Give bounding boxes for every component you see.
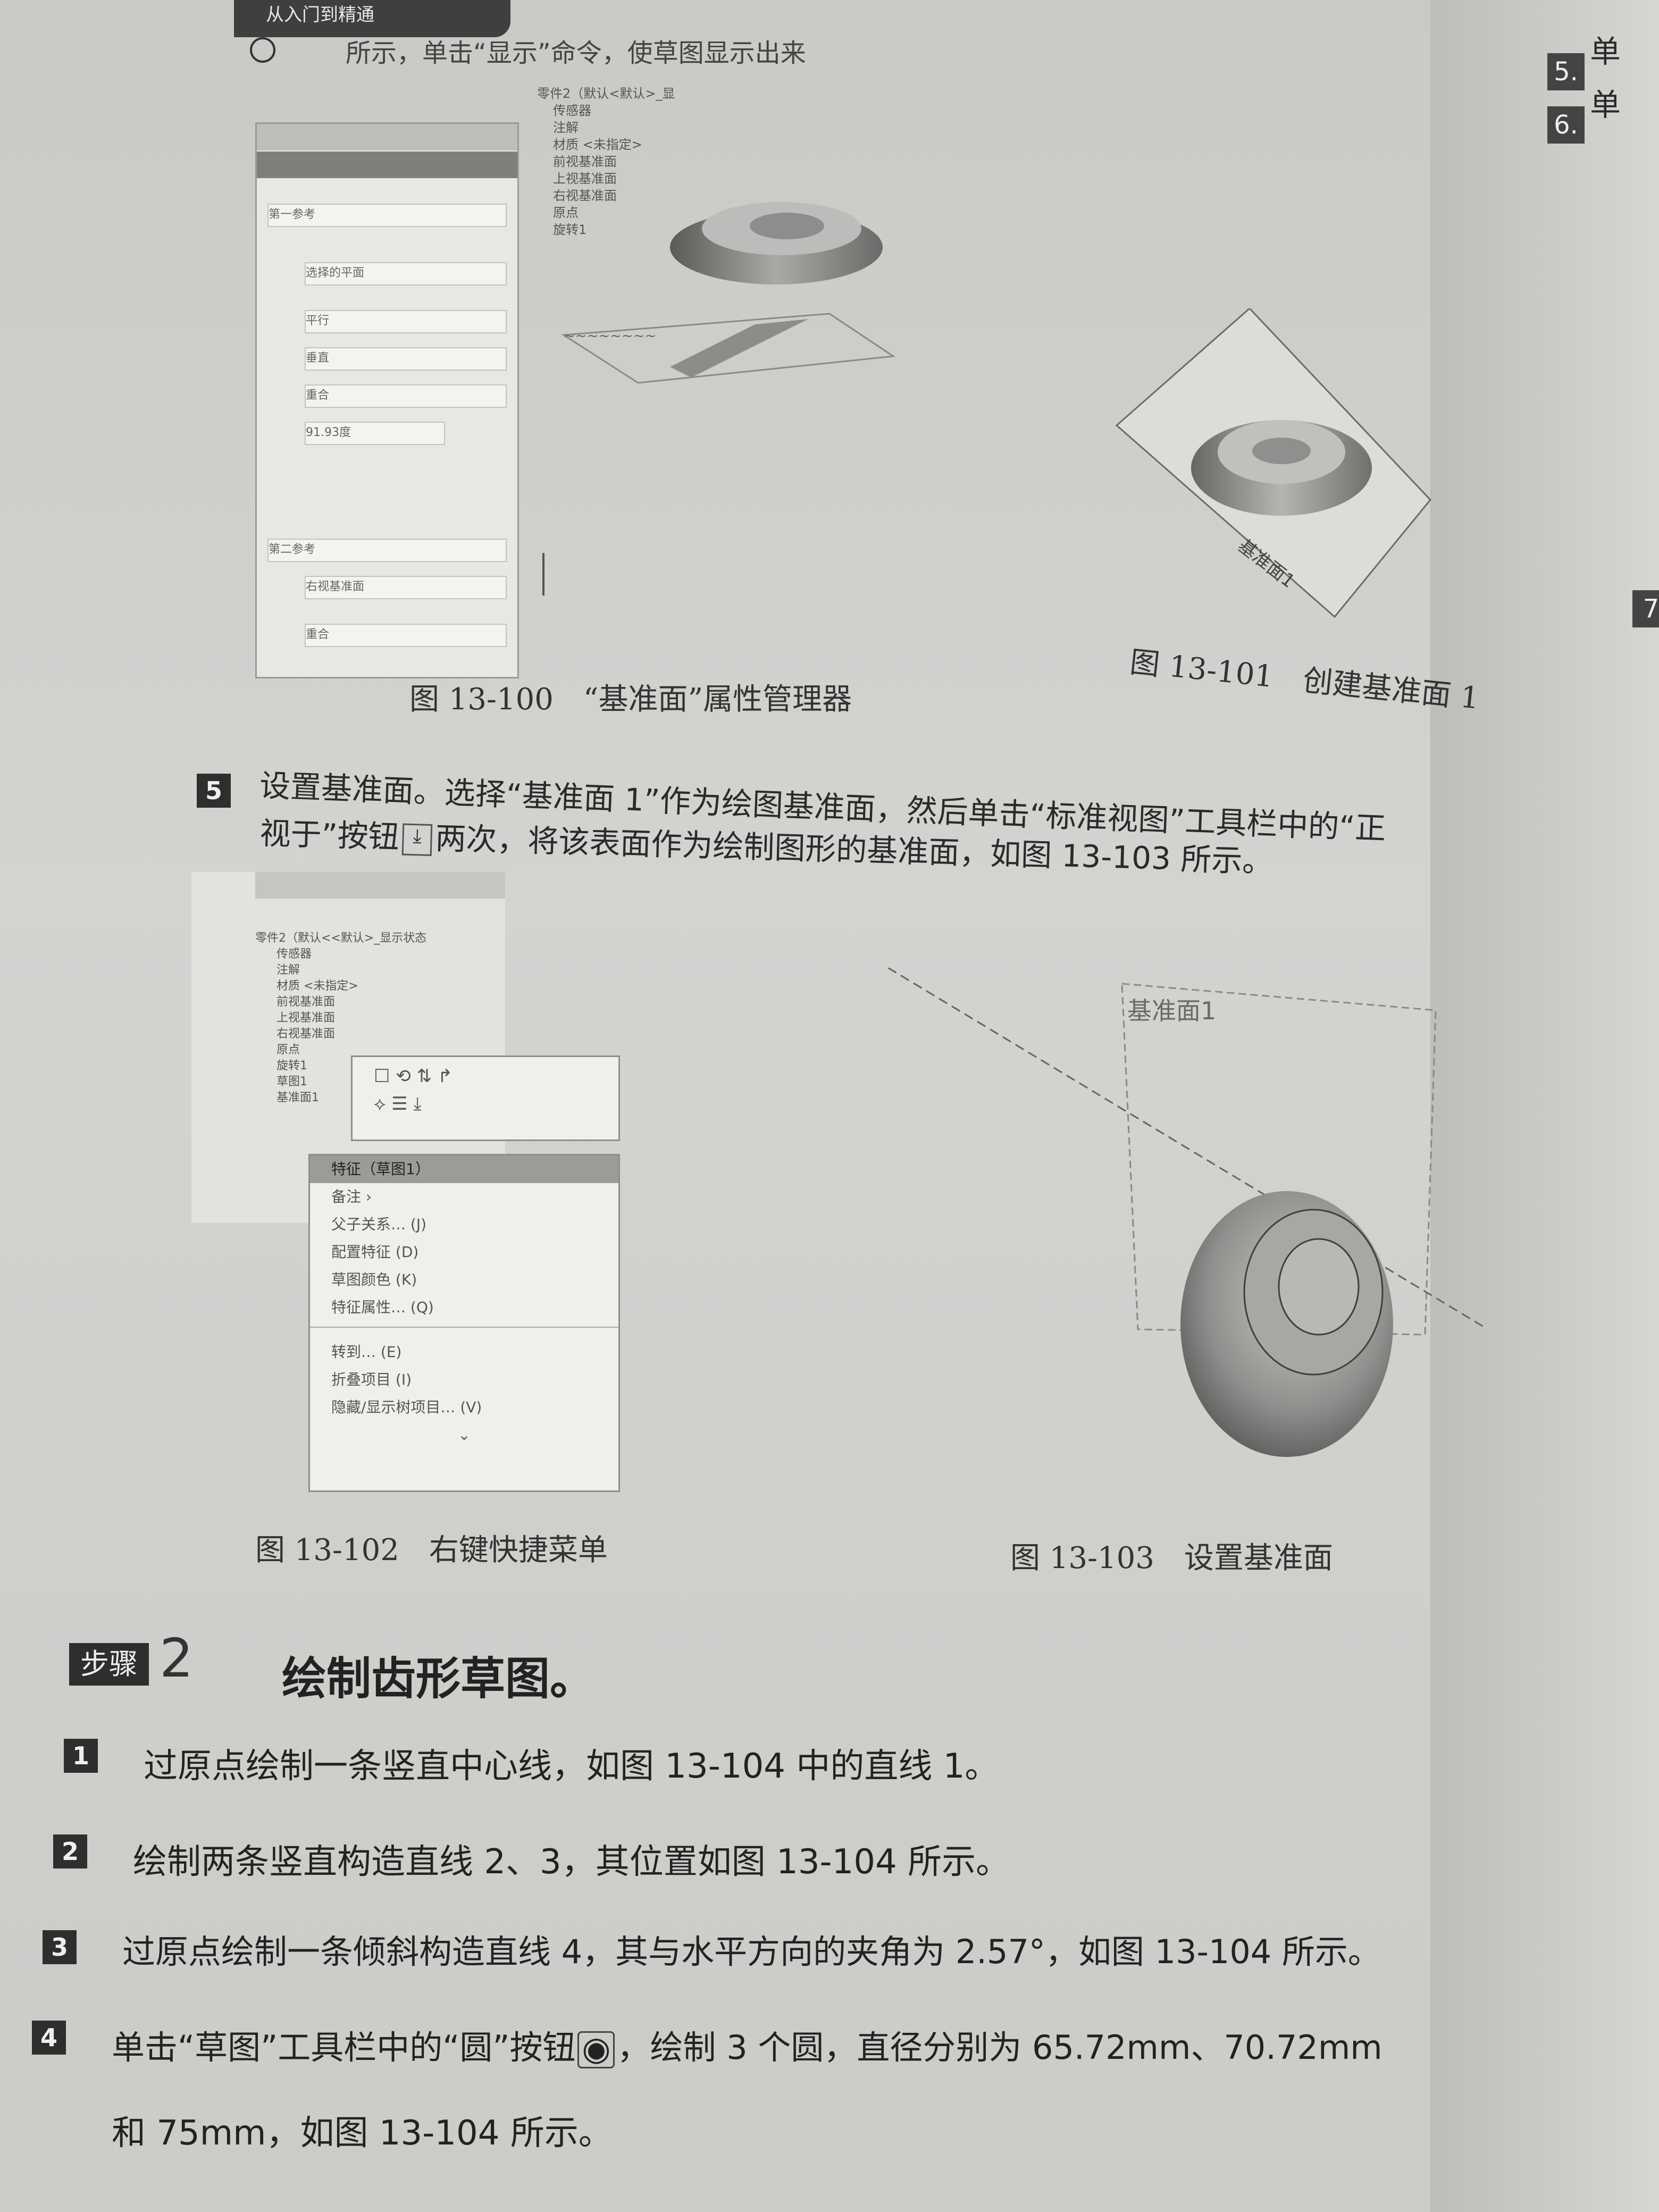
right-step-5: 5. [1547, 53, 1585, 90]
menu-item-config-feature[interactable]: 配置特征 (D) [310, 1238, 618, 1266]
model-viewport-103 [887, 968, 1484, 1457]
tree-toolbar [255, 872, 505, 899]
panel-row: 第一参考 [267, 204, 507, 227]
menu-divider [310, 1327, 618, 1338]
instruction-2-text: 绘制两条竖直构造直线 2、3，其位置如图 13-104 所示。 [133, 1842, 1010, 1882]
instruction-3-text: 过原点绘制一条倾斜构造直线 4，其与水平方向的夹角为 2.57°，如图 13-1… [122, 1932, 1381, 1971]
step-title: 绘制齿形草图。 [282, 1653, 595, 1705]
panel-row[interactable]: 平行 [305, 310, 507, 333]
instruction-1-number: 1 [64, 1739, 98, 1773]
panel-toolbar [257, 124, 517, 150]
menu-item-collapse[interactable]: 折叠项目 (I) [310, 1366, 618, 1394]
caption-fig-100: 图 13-100 “基准面”属性管理器 [409, 682, 852, 717]
tree-item[interactable]: 上视基准面 [255, 1010, 426, 1026]
step-5-badge: 5 [197, 774, 231, 808]
tree-item[interactable]: 材质 <未指定> [255, 978, 426, 994]
instruction-4-text-a: 单击“草图”工具栏中的“圆”按钮 [112, 2028, 576, 2067]
tree-item[interactable]: 右视基准面 [255, 1026, 426, 1042]
menu-item-goto[interactable]: 转到… (E) [310, 1338, 618, 1366]
caption-fig-103: 图 13-103 设置基准面 [1010, 1541, 1333, 1576]
plane-label-100: ~~~~~~~~ [564, 328, 656, 344]
instruction-4-line-1: 单击“草图”工具栏中的“圆”按钮 ◉ ，绘制 3 个圆，直径分别为 65.72mm、… [112, 2021, 1382, 2068]
panel-row[interactable]: 垂直 [305, 347, 507, 371]
wheel-hole-103 [1278, 1238, 1360, 1336]
menu-title: 特征（草图1） [310, 1155, 618, 1183]
context-icon-row[interactable]: ⟡ ☰ ⤓ [353, 1090, 618, 1118]
tree-item[interactable]: 前视基准面 [255, 994, 426, 1010]
menu-expand-icon[interactable]: ⌄ [310, 1421, 618, 1449]
step-badge: 步骤 [69, 1643, 149, 1686]
axis-triad-icon [542, 553, 571, 596]
right-step-6: 6. [1547, 106, 1585, 144]
panel-row[interactable]: 选择的平面 [305, 262, 507, 286]
panel-title-bar [257, 152, 517, 178]
instruction-2-number: 2 [53, 1834, 87, 1869]
panel-row: 第二参考 [267, 539, 507, 562]
plane-label-103: 基准面1 [1127, 996, 1217, 1025]
instruction-4-line-2: 和 75mm，如图 13-104 所示。 [112, 2114, 613, 2153]
panel-row[interactable]: 重合 [305, 624, 507, 647]
instruction-1-text: 过原点绘制一条竖直中心线，如图 13-104 中的直线 1。 [144, 1747, 999, 1786]
menu-item-feature-props[interactable]: 特征属性… (Q) [310, 1294, 618, 1321]
context-toolbar: ☐ ⟲ ⇅ ↱ ⟡ ☰ ⤓ [351, 1055, 620, 1141]
wheel-hole [750, 213, 824, 239]
circle-tool-icon: ◉ [577, 2031, 615, 2068]
menu-item-notes[interactable]: 备注 › [310, 1183, 618, 1211]
menu-item-parent-child[interactable]: 父子关系… (J) [310, 1211, 618, 1238]
plane-shaded [670, 319, 808, 378]
tree-item[interactable]: 传感器 [537, 102, 760, 119]
context-icon-row[interactable]: ☐ ⟲ ⇅ ↱ [353, 1057, 618, 1090]
right-text-6: 单 [1590, 87, 1621, 123]
tree-item[interactable]: 注解 [255, 962, 426, 978]
tree-item[interactable]: 注解 [537, 119, 760, 136]
tree-item[interactable]: 材质 <未指定> [537, 136, 760, 153]
tree-item[interactable]: 传感器 [255, 946, 426, 962]
step-number: 2 [160, 1627, 194, 1689]
menu-item-sketch-color[interactable]: 草图颜色 (K) [310, 1266, 618, 1294]
step-5-line-2a: 视于”按钮 [259, 815, 400, 856]
wheel-hole-101 [1252, 438, 1311, 464]
right-step-7: 7 [1632, 590, 1659, 627]
menu-item-hide-show[interactable]: 隐藏/显示树项目… (V) [310, 1394, 618, 1421]
tree-root[interactable]: 零件2（默认<<默认>_显示状态 [255, 931, 426, 946]
top-line-text: 所示，单击“显示”命令，使草图显示出来 [346, 38, 806, 68]
circle-bullet-icon [250, 37, 275, 63]
instruction-4-number: 4 [32, 2021, 66, 2055]
normal-to-icon: ⤓ [401, 823, 433, 856]
instruction-4-text-b: ，绘制 3 个圆，直径分别为 65.72mm、70.72mm [617, 2028, 1382, 2067]
instruction-3-number: 3 [43, 1930, 77, 1964]
angle-field[interactable]: 91.93度 [305, 422, 445, 445]
panel-row[interactable]: 重合 [305, 384, 507, 408]
caption-fig-102: 图 13-102 右键快捷菜单 [255, 1533, 608, 1568]
right-text-5: 单 [1590, 33, 1621, 70]
tree-root[interactable]: 零件2（默认<默认>_显 [537, 85, 760, 102]
model-viewport-100: ~~~~~~~~ [561, 202, 896, 384]
panel-row[interactable]: 右视基准面 [305, 576, 507, 599]
context-menu: 特征（草图1） 备注 › 父子关系… (J) 配置特征 (D) 草图颜色 (K)… [308, 1154, 620, 1492]
property-manager-panel: 第一参考 选择的平面 平行 垂直 重合 91.93度 第二参考 右视基准面 重合 [255, 122, 519, 678]
